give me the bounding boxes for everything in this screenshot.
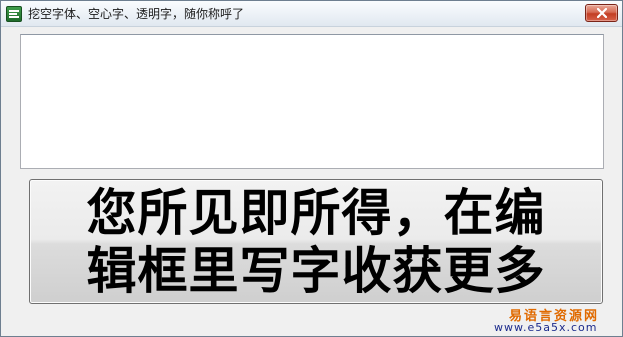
button-caption-line-2: 辑框里写字收获更多 — [86, 241, 546, 300]
main-window: 挖空字体、空心字、透明字，随你称呼了 您所见即所得，在编 辑框里写字收获更多 易… — [0, 0, 623, 337]
window-title: 挖空字体、空心字、透明字，随你称呼了 — [28, 7, 245, 21]
button-caption-line-1: 您所见即所得，在编 — [86, 183, 546, 242]
watermark-url: www.e5a5x.com — [494, 321, 598, 334]
close-icon — [597, 8, 607, 18]
text-edit-box[interactable] — [20, 34, 604, 169]
close-button[interactable] — [585, 4, 618, 22]
title-bar[interactable]: 挖空字体、空心字、透明字，随你称呼了 — [1, 1, 622, 27]
button-caption: 您所见即所得，在编 辑框里写字收获更多 — [30, 184, 602, 300]
app-logo-icon[interactable] — [6, 6, 22, 22]
hollow-text-button[interactable]: 您所见即所得，在编 辑框里写字收获更多 — [29, 179, 603, 304]
